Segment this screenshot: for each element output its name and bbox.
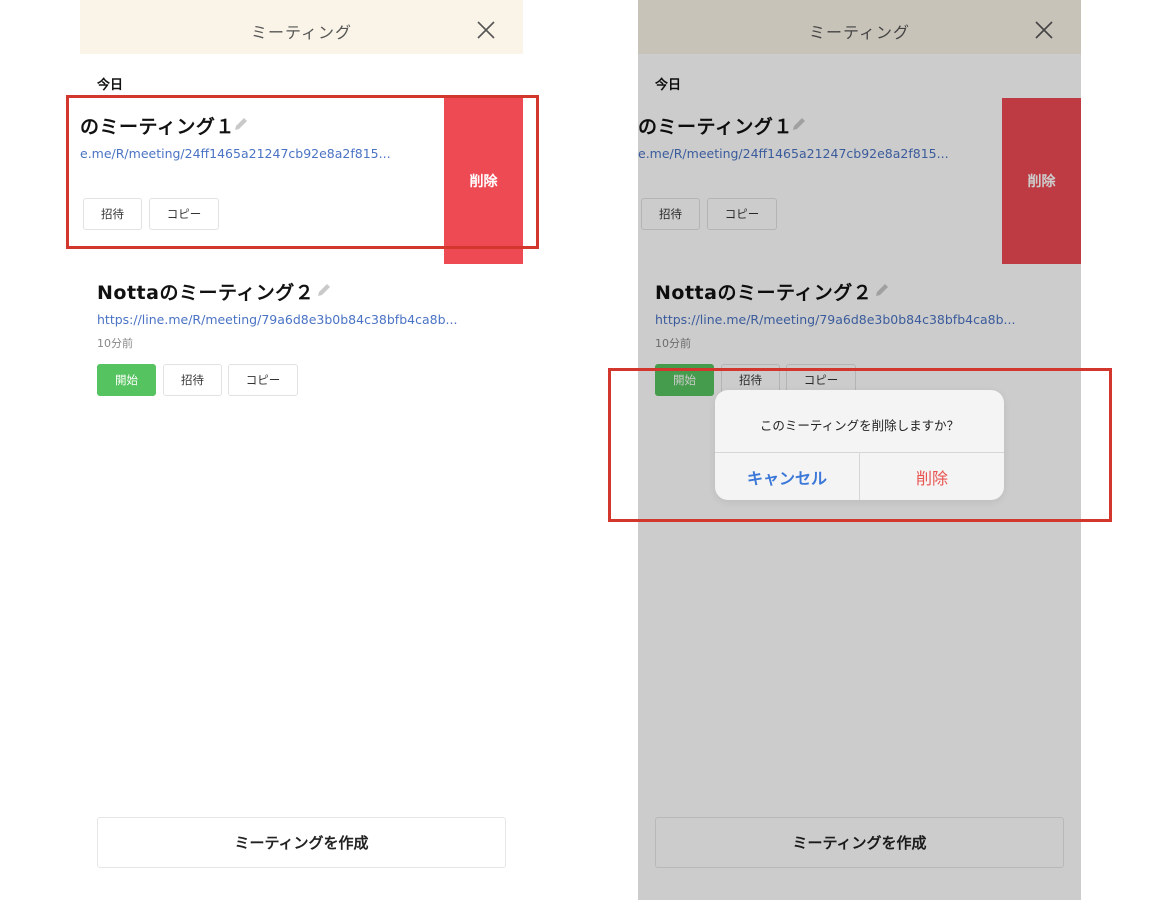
meeting-url-link[interactable]: https://line.me/R/meeting/79a6d8e3b0b84c… [97,312,457,327]
invite-button[interactable]: 招待 [163,364,222,396]
close-icon[interactable] [477,21,495,39]
copy-button[interactable]: コピー [228,364,298,396]
page-title: ミーティング [250,23,353,42]
meeting-time: 10分前 [97,337,133,350]
highlight-box-dialog [608,368,1112,522]
meeting-title: Nottaのミーティング２ [97,282,315,304]
section-label-today: 今日 [97,78,124,93]
header: ミーティング [80,0,523,54]
create-meeting-button[interactable]: ミーティングを作成 [97,817,506,868]
start-button[interactable]: 開始 [97,364,156,396]
highlight-box-swipe-delete [66,95,539,249]
pencil-icon[interactable] [316,282,332,298]
